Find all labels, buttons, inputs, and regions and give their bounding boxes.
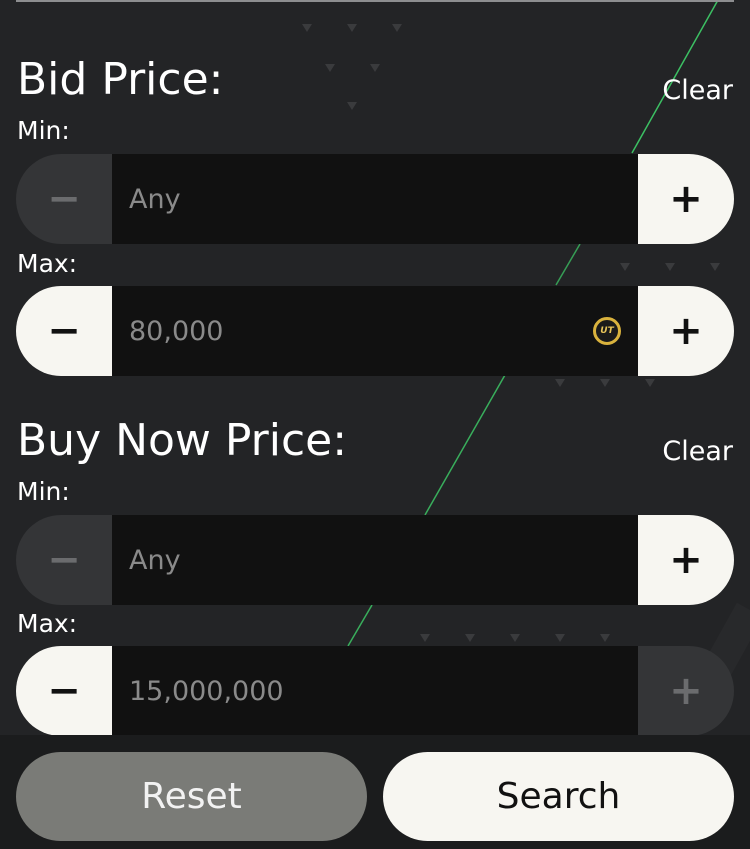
buy-now-max-label: Max: — [17, 609, 78, 638]
plus-icon: + — [669, 537, 703, 583]
bid-max-increase-button[interactable]: + — [638, 286, 734, 376]
minus-icon: − — [47, 668, 81, 714]
buy-now-min-input[interactable]: Any — [112, 515, 638, 605]
bid-max-input[interactable]: 80,000 UT — [112, 286, 638, 376]
bid-max-decrease-button[interactable]: − — [16, 286, 112, 376]
search-button[interactable]: Search — [383, 752, 734, 841]
minus-icon: − — [47, 308, 81, 354]
buy-now-price-clear-button[interactable]: Clear — [662, 438, 733, 465]
minus-icon: − — [47, 176, 81, 222]
bid-price-min-label: Min: — [17, 116, 70, 145]
coin-icon: UT — [593, 317, 621, 345]
bid-min-input[interactable]: Any — [112, 154, 638, 244]
bid-max-value: 80,000 — [129, 315, 224, 347]
plus-icon: + — [669, 668, 703, 714]
bid-price-title: Bid Price: — [17, 54, 224, 105]
buy-now-max-decrease-button[interactable]: − — [16, 646, 112, 736]
coin-icon-text: UT — [600, 326, 614, 336]
plus-icon: + — [669, 176, 703, 222]
bid-price-max-label: Max: — [17, 249, 78, 278]
bid-min-increase-button[interactable]: + — [638, 154, 734, 244]
buy-now-max-increase-button[interactable]: + — [638, 646, 734, 736]
bid-min-value: Any — [129, 183, 181, 215]
buy-now-max-input[interactable]: 15,000,000 — [112, 646, 638, 736]
reset-button[interactable]: Reset — [16, 752, 367, 841]
buy-now-min-label: Min: — [17, 477, 70, 506]
buy-now-price-title: Buy Now Price: — [17, 415, 348, 466]
bid-price-max-stepper: − 80,000 UT + — [16, 286, 734, 376]
buy-now-max-value: 15,000,000 — [129, 675, 284, 707]
bid-min-decrease-button[interactable]: − — [16, 154, 112, 244]
buy-now-min-increase-button[interactable]: + — [638, 515, 734, 605]
buy-now-min-decrease-button[interactable]: − — [16, 515, 112, 605]
minus-icon: − — [47, 537, 81, 583]
bid-price-min-stepper: − Any + — [16, 154, 734, 244]
top-divider — [16, 0, 734, 2]
search-filter-panel: Bid Price: Clear Min: − Any + Max: − 80,… — [0, 0, 750, 849]
buy-now-min-value: Any — [129, 544, 181, 576]
buy-now-max-stepper: − 15,000,000 + — [16, 646, 734, 736]
bid-price-clear-button[interactable]: Clear — [662, 77, 733, 104]
plus-icon: + — [669, 308, 703, 354]
buy-now-min-stepper: − Any + — [16, 515, 734, 605]
